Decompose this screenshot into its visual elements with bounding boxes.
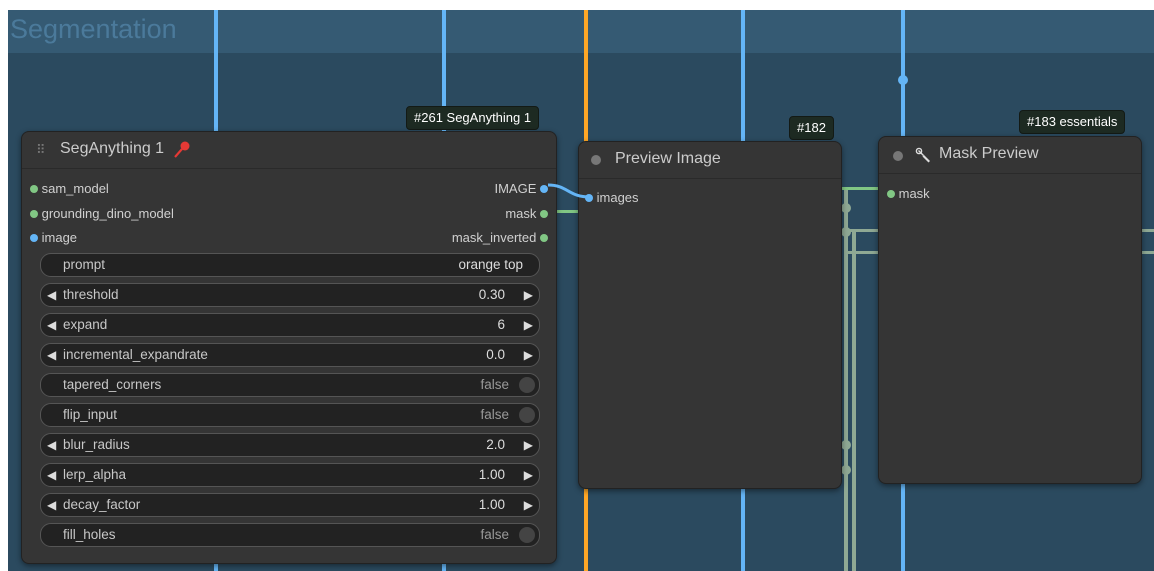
- reroute-dot[interactable]: [898, 75, 908, 85]
- decrement-arrow-icon[interactable]: ◀: [47, 434, 56, 456]
- node-title-bar[interactable]: ⠿ SegAnything 1: [22, 132, 556, 169]
- node-id-badge: #182: [789, 116, 834, 140]
- reroute-dot[interactable]: [841, 465, 851, 475]
- input-slot-sam-model[interactable]: sam_model: [30, 181, 109, 197]
- preview-image-node[interactable]: Preview Image images: [578, 141, 842, 489]
- mask-preview-node[interactable]: Mask Preview mask: [878, 136, 1142, 484]
- toggle-knob[interactable]: [519, 377, 535, 393]
- node-title-bar[interactable]: Preview Image: [579, 142, 841, 179]
- input-slot-mask[interactable]: mask: [887, 186, 930, 202]
- decay-factor-number-widget[interactable]: ◀ decay_factor 1.00 ▶: [40, 493, 540, 517]
- pin-icon[interactable]: [172, 140, 192, 160]
- decrement-arrow-icon[interactable]: ◀: [47, 464, 56, 486]
- image-link: [548, 183, 591, 199]
- collapse-dot-icon[interactable]: [591, 155, 601, 165]
- blur-radius-number-widget[interactable]: ◀ blur_radius 2.0 ▶: [40, 433, 540, 457]
- output-slot-image[interactable]: IMAGE: [494, 181, 548, 197]
- increment-arrow-icon[interactable]: ▶: [524, 494, 533, 516]
- group-title: Segmentation: [10, 14, 177, 44]
- drag-handle-icon[interactable]: ⠿: [36, 142, 46, 158]
- toggle-knob[interactable]: [519, 407, 535, 423]
- reroute-dot[interactable]: [841, 440, 851, 450]
- increment-arrow-icon[interactable]: ▶: [524, 464, 533, 486]
- decrement-arrow-icon[interactable]: ◀: [47, 494, 56, 516]
- node-id-badge: #261 SegAnything 1: [406, 106, 540, 130]
- threshold-number-widget[interactable]: ◀ threshold 0.30 ▶: [40, 283, 540, 307]
- reroute-dot[interactable]: [841, 227, 851, 237]
- increment-arrow-icon[interactable]: ▶: [524, 434, 533, 456]
- tapered-corners-toggle[interactable]: tapered_corners false: [40, 373, 540, 397]
- mask-link: [838, 187, 880, 190]
- node-title-bar[interactable]: Mask Preview: [879, 137, 1141, 174]
- node-title: Mask Preview: [939, 145, 1039, 162]
- group-header[interactable]: Segmentation: [8, 10, 1154, 53]
- node-title: Preview Image: [615, 150, 721, 167]
- expand-number-widget[interactable]: ◀ expand 6 ▶: [40, 313, 540, 337]
- fill-holes-toggle[interactable]: fill_holes false: [40, 523, 540, 547]
- node-title: SegAnything 1: [60, 140, 165, 157]
- input-slot-image[interactable]: image: [30, 230, 77, 246]
- output-slot-mask-inverted[interactable]: mask_inverted: [452, 230, 548, 246]
- seganything-node[interactable]: ⠿ SegAnything 1 sam_model grounding_dino…: [21, 131, 557, 564]
- mask-link: [844, 190, 848, 571]
- node-canvas[interactable]: Segmentation #261 SegAnything 1 ⠿ SegAny…: [8, 10, 1154, 571]
- decrement-arrow-icon[interactable]: ◀: [47, 314, 56, 336]
- prompt-text-widget[interactable]: prompt orange top: [40, 253, 540, 277]
- reroute-dot[interactable]: [841, 203, 851, 213]
- collapse-dot-icon[interactable]: [893, 151, 903, 161]
- toggle-knob[interactable]: [519, 527, 535, 543]
- increment-arrow-icon[interactable]: ▶: [524, 284, 533, 306]
- lerp-alpha-number-widget[interactable]: ◀ lerp_alpha 1.00 ▶: [40, 463, 540, 487]
- flip-input-toggle[interactable]: flip_input false: [40, 403, 540, 427]
- incremental-expandrate-number-widget[interactable]: ◀ incremental_expandrate 0.0 ▶: [40, 343, 540, 367]
- input-slot-images[interactable]: images: [585, 190, 639, 206]
- decrement-arrow-icon[interactable]: ◀: [47, 284, 56, 306]
- decrement-arrow-icon[interactable]: ◀: [47, 344, 56, 366]
- increment-arrow-icon[interactable]: ▶: [524, 314, 533, 336]
- increment-arrow-icon[interactable]: ▶: [524, 344, 533, 366]
- output-slot-mask[interactable]: mask: [505, 206, 548, 222]
- node-id-badge: #183 essentials: [1019, 110, 1126, 134]
- input-slot-grounding-dino-model[interactable]: grounding_dino_model: [30, 206, 174, 222]
- mask-link: [852, 230, 856, 571]
- wrench-icon: [915, 147, 930, 163]
